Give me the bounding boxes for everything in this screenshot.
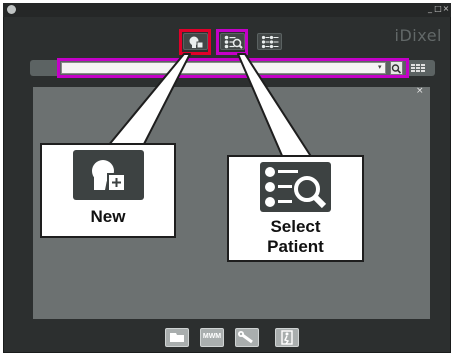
select-patient-large-icon	[260, 162, 331, 212]
new-callout-pointer	[107, 53, 191, 147]
select-label-line2: Patient	[267, 237, 324, 256]
exit-icon	[281, 330, 293, 345]
mwm-button[interactable]: MWM	[200, 328, 224, 347]
callout-new: New	[40, 143, 176, 238]
callout-select-patient: Select Patient	[227, 155, 364, 262]
new-label: New	[90, 207, 126, 226]
select-label-line1: Select	[270, 217, 321, 236]
select-callout-pointer	[237, 53, 313, 159]
wrench-icon	[238, 331, 253, 344]
exit-button[interactable]	[275, 328, 299, 347]
tools-button[interactable]	[235, 328, 259, 347]
new-patient-large-icon	[73, 150, 144, 200]
mwm-label: MWM	[202, 333, 222, 340]
folder-button[interactable]	[165, 328, 189, 347]
folder-icon	[170, 333, 184, 342]
